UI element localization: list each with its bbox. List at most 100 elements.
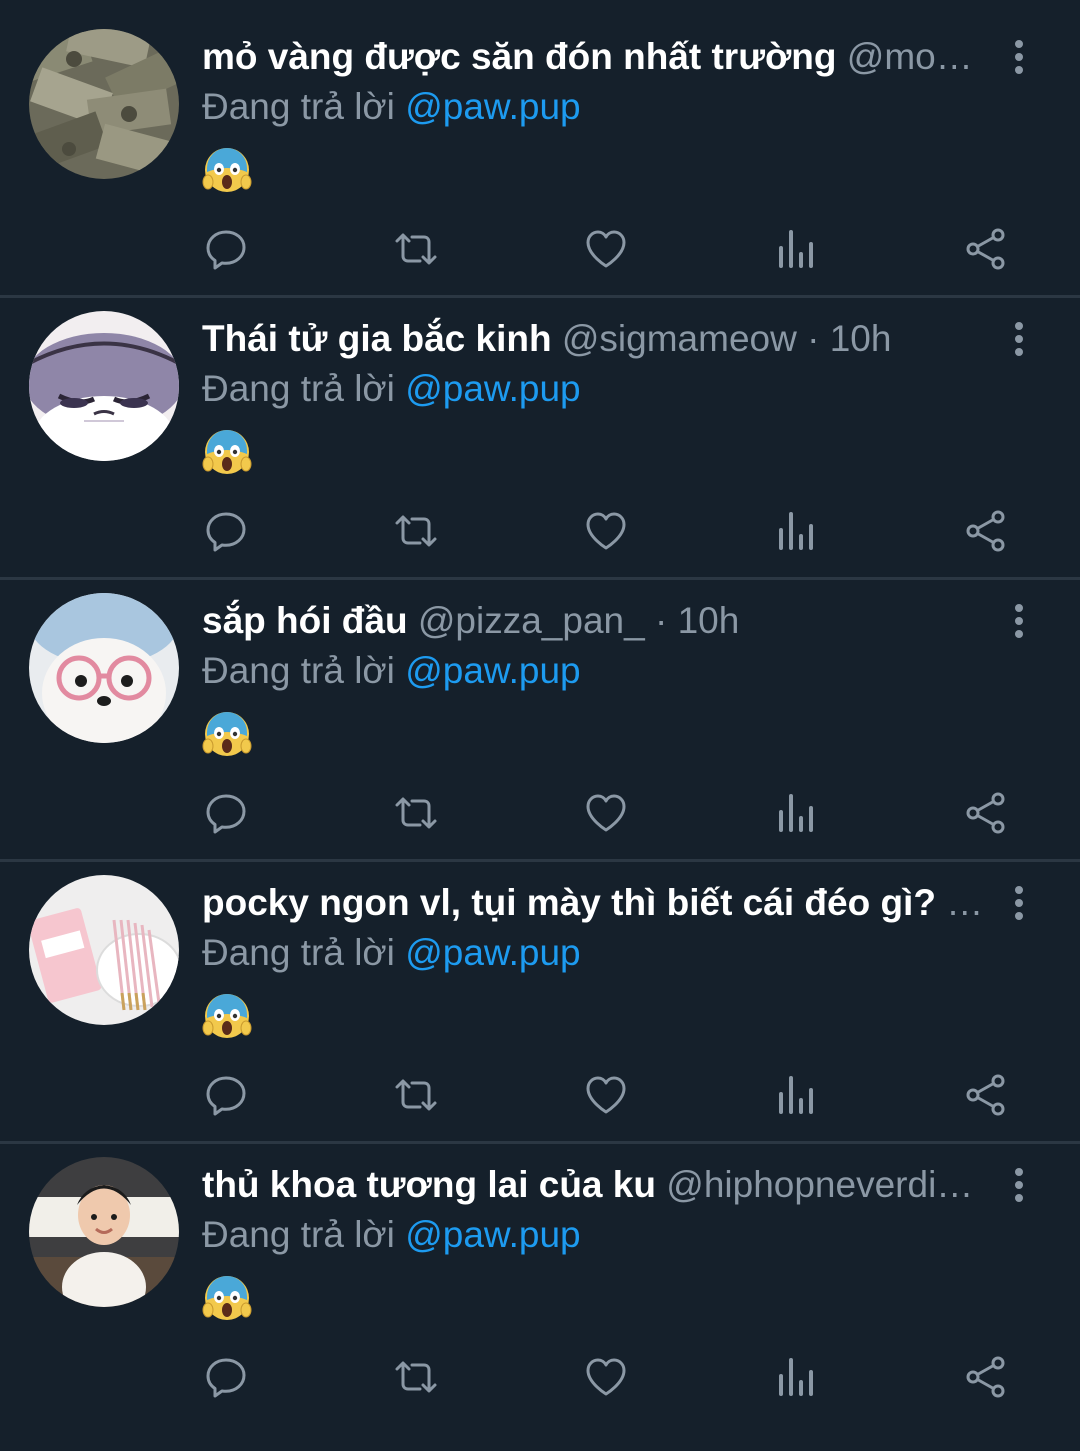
tweet-actions <box>0 785 1080 841</box>
view-stats-button[interactable] <box>771 1067 821 1123</box>
retweet-icon <box>395 515 437 547</box>
comment-bubble-icon <box>206 1076 246 1116</box>
display-name[interactable]: sắp hói đầu <box>202 600 408 641</box>
cartoon-cat-avatar <box>29 311 179 461</box>
more-options-button[interactable] <box>1004 882 1034 924</box>
reply-prefix: Đang trả lời <box>202 368 395 409</box>
more-options-button[interactable] <box>1004 318 1034 360</box>
display-name[interactable]: mỏ vàng được săn đón nhất trường <box>202 36 837 77</box>
vertical-ellipsis-icon <box>1015 886 1023 894</box>
display-name[interactable]: thủ khoa tương lai của ku <box>202 1164 656 1205</box>
display-name[interactable]: pocky ngon vl, tụi mày thì biết cái đéo … <box>202 882 936 923</box>
more-options-button[interactable] <box>1004 1164 1034 1206</box>
reply-to-handle-link[interactable]: @paw.pup <box>405 368 580 409</box>
top-edge <box>0 0 1080 16</box>
view-stats-button[interactable] <box>771 1349 821 1405</box>
bar-chart-icon <box>779 1358 813 1396</box>
face-screaming-in-fear-emoji <box>202 1276 252 1320</box>
tweet[interactable]: thủ khoa tương lai của ku @hiphopneverdi… <box>0 1144 1080 1423</box>
comment-bubble-icon <box>206 230 246 270</box>
like-button[interactable] <box>581 221 631 277</box>
like-button[interactable] <box>581 785 631 841</box>
reply-button[interactable] <box>201 221 251 277</box>
user-handle[interactable]: … <box>946 882 983 923</box>
display-name[interactable]: Thái tử gia bắc kinh <box>202 318 552 359</box>
retweet-button[interactable] <box>391 503 441 559</box>
user-handle[interactable]: @pizza_pan_ <box>418 600 645 641</box>
pocky-sticks-avatar <box>29 875 179 1025</box>
share-icon <box>966 1356 1005 1398</box>
bar-chart-icon <box>779 794 813 832</box>
avatar[interactable] <box>29 29 179 179</box>
reply-feed: mỏ vàng được săn đón nhất trường @mo… Đa… <box>0 16 1080 1423</box>
retweet-icon <box>395 1079 437 1111</box>
more-options-button[interactable] <box>1004 600 1034 642</box>
like-button[interactable] <box>581 503 631 559</box>
share-button[interactable] <box>961 1349 1011 1405</box>
replying-to: Đang trả lời @paw.pup <box>202 82 581 132</box>
retweet-button[interactable] <box>391 1349 441 1405</box>
tweet-header: pocky ngon vl, tụi mày thì biết cái đéo … <box>202 878 992 928</box>
avatar[interactable] <box>29 311 179 461</box>
replying-to: Đang trả lời @paw.pup <box>202 646 581 696</box>
replying-to: Đang trả lời @paw.pup <box>202 928 581 978</box>
user-handle[interactable]: @sigmameow <box>562 318 797 359</box>
timestamp[interactable]: 10h <box>678 600 740 641</box>
view-stats-button[interactable] <box>771 785 821 841</box>
share-icon <box>966 228 1005 270</box>
share-button[interactable] <box>961 221 1011 277</box>
retweet-button[interactable] <box>391 221 441 277</box>
heart-icon <box>586 1076 626 1114</box>
tweet-header: sắp hói đầu @pizza_pan_ · 10h <box>202 596 992 646</box>
reply-button[interactable] <box>201 1349 251 1405</box>
tweet-actions <box>0 1067 1080 1123</box>
avatar[interactable] <box>29 875 179 1025</box>
reply-button[interactable] <box>201 785 251 841</box>
reply-to-handle-link[interactable]: @paw.pup <box>405 1214 580 1255</box>
reply-button[interactable] <box>201 1067 251 1123</box>
reply-to-handle-link[interactable]: @paw.pup <box>405 86 580 127</box>
money-pile-avatar <box>29 29 179 179</box>
view-stats-button[interactable] <box>771 503 821 559</box>
share-icon <box>966 510 1005 552</box>
user-handle[interactable]: @mo… <box>847 36 973 77</box>
vertical-ellipsis-icon <box>1015 40 1023 48</box>
heart-icon <box>586 512 626 550</box>
avatar[interactable] <box>29 593 179 743</box>
view-stats-button[interactable] <box>771 221 821 277</box>
retweet-button[interactable] <box>391 785 441 841</box>
heart-icon <box>586 794 626 832</box>
tweet[interactable]: pocky ngon vl, tụi mày thì biết cái đéo … <box>0 862 1080 1144</box>
tweet-actions <box>0 503 1080 559</box>
tweet[interactable]: sắp hói đầu @pizza_pan_ · 10h Đang trả l… <box>0 580 1080 862</box>
like-button[interactable] <box>581 1349 631 1405</box>
retweet-button[interactable] <box>391 1067 441 1123</box>
heart-icon <box>586 1358 626 1396</box>
share-icon <box>966 792 1005 834</box>
reply-button[interactable] <box>201 503 251 559</box>
more-options-button[interactable] <box>1004 36 1034 78</box>
replying-to: Đang trả lời @paw.pup <box>202 1210 581 1260</box>
timestamp[interactable]: 10h <box>830 318 892 359</box>
face-screaming-in-fear-emoji <box>202 148 252 192</box>
retweet-icon <box>395 1361 437 1393</box>
reply-prefix: Đang trả lời <box>202 932 395 973</box>
reply-to-handle-link[interactable]: @paw.pup <box>405 650 580 691</box>
face-screaming-in-fear-emoji <box>202 712 252 756</box>
tweet-header: thủ khoa tương lai của ku @hiphopneverdi… <box>202 1160 992 1210</box>
heart-icon <box>586 230 626 268</box>
retweet-icon <box>395 797 437 829</box>
like-button[interactable] <box>581 1067 631 1123</box>
share-button[interactable] <box>961 1067 1011 1123</box>
reply-to-handle-link[interactable]: @paw.pup <box>405 932 580 973</box>
tweet[interactable]: mỏ vàng được săn đón nhất trường @mo… Đa… <box>0 16 1080 298</box>
avatar[interactable] <box>29 1157 179 1307</box>
comment-bubble-icon <box>206 1358 246 1398</box>
tweet[interactable]: Thái tử gia bắc kinh @sigmameow · 10h Đa… <box>0 298 1080 580</box>
share-button[interactable] <box>961 503 1011 559</box>
share-button[interactable] <box>961 785 1011 841</box>
separator-dot: · <box>654 600 668 641</box>
bar-chart-icon <box>779 1076 813 1114</box>
vertical-ellipsis-icon <box>1015 604 1023 612</box>
user-handle[interactable]: @hiphopneverdi… <box>666 1164 973 1205</box>
